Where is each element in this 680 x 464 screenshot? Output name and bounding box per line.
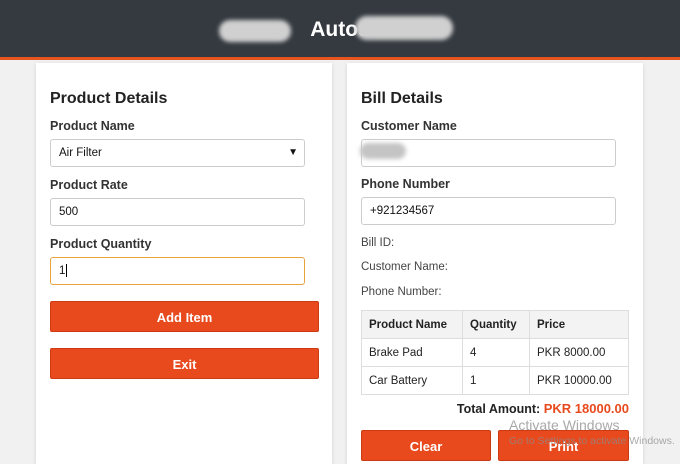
cell-price: PKR 8000.00 [529,338,629,367]
product-quantity-value: 1 [59,265,66,277]
phone-number-value: +921234567 [370,205,435,217]
cell-product-name: Brake Pad [361,338,463,367]
table-header-row: Product Name Quantity Price [361,310,629,339]
redacted-name-right [355,16,453,40]
table-row: Car Battery 1 PKR 10000.00 [361,366,629,395]
cell-quantity: 1 [462,366,530,395]
bill-customer-name-label: Customer Name: [361,261,448,273]
chevron-down-icon: ▼ [288,147,298,158]
product-rate-value: 500 [59,206,79,218]
product-name-value: Air Filter [59,147,102,159]
print-button[interactable]: Print [498,430,629,461]
column-header-product-name: Product Name [361,310,463,339]
phone-number-label: Phone Number [361,177,450,191]
customer-name-input[interactable] [360,139,616,167]
total-amount-label: Total Amount: [456,402,541,416]
cell-quantity: 4 [462,338,530,367]
app-title: Autos [310,18,370,41]
total-amount-value: PKR 18000.00 [543,401,629,416]
bill-id-label: Bill ID: [361,237,395,249]
product-rate-label: Product Rate [50,178,128,192]
cell-price: PKR 10000.00 [529,366,629,395]
exit-button[interactable]: Exit [50,348,319,379]
product-rate-input[interactable]: 500 [50,198,305,226]
text-caret [66,264,68,278]
redacted-customer-name [360,143,406,159]
bill-details-heading: Bill Details [361,90,443,107]
bill-phone-number-label: Phone Number: [361,286,442,298]
add-item-button[interactable]: Add Item [50,301,319,332]
total-amount: Total Amount: PKR 18000.00 [457,401,629,416]
app-header: Autos [0,0,680,60]
product-details-heading: Product Details [50,90,168,107]
bill-items-table: Product Name Quantity Price Brake Pad 4 … [361,310,629,395]
product-quantity-input[interactable]: 1 [50,257,305,285]
column-header-quantity: Quantity [462,310,530,339]
clear-button[interactable]: Clear [361,430,491,461]
product-quantity-label: Product Quantity [50,237,152,251]
product-name-label: Product Name [50,119,135,133]
customer-name-label: Customer Name [361,119,457,133]
column-header-price: Price [529,310,629,339]
table-row: Brake Pad 4 PKR 8000.00 [361,338,629,367]
product-name-select[interactable]: Air Filter ▼ [50,139,305,167]
phone-number-input[interactable]: +921234567 [361,197,616,225]
cell-product-name: Car Battery [361,366,463,395]
